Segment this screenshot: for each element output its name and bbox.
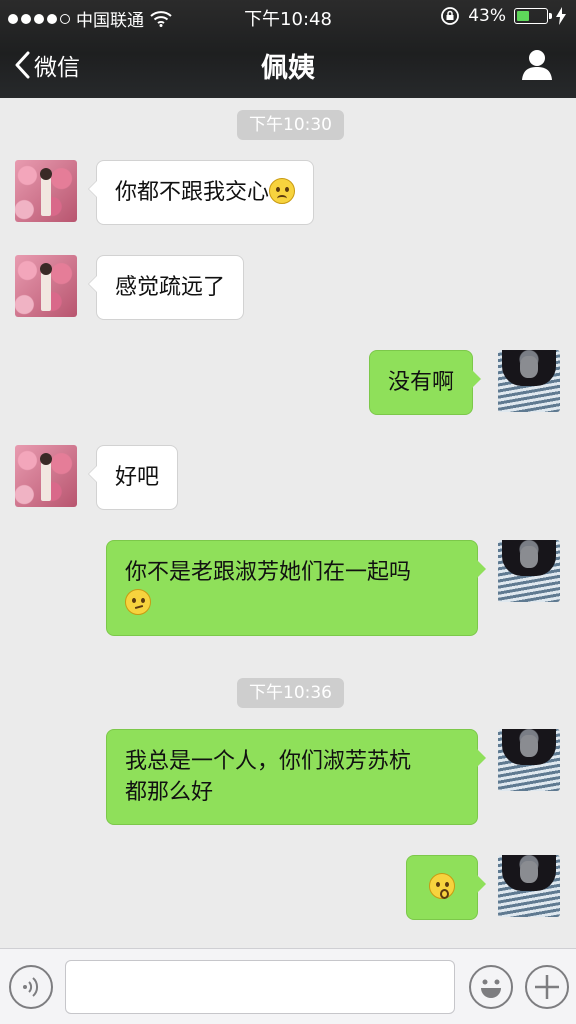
message-text: 你都不跟我交心: [115, 180, 270, 205]
message-text-line-1: 我总是一个人，你们淑芳苏杭: [125, 749, 412, 774]
rotation-lock-icon: [441, 7, 460, 25]
message-bubble-incoming[interactable]: 好吧: [87, 445, 179, 510]
plus-icon: [535, 975, 559, 999]
emoji-icon: [481, 979, 501, 998]
contact-avatar[interactable]: [15, 255, 77, 317]
sad-emoji-icon: [269, 178, 296, 204]
message-text: 你不是老跟淑芳她们在一起吗: [125, 560, 412, 585]
message-bubble-incoming[interactable]: 你都不跟我交心: [87, 160, 315, 225]
my-avatar[interactable]: [498, 729, 560, 791]
voice-button[interactable]: [9, 965, 53, 1009]
header: 中国联通 下午10:48 43% 微信 佩姨: [0, 0, 576, 98]
message-bubble-outgoing[interactable]: 你不是老跟淑芳她们在一起吗: [106, 540, 486, 636]
message-text-line-2: 都那么好: [125, 780, 214, 805]
message-text: 没有啊: [388, 370, 455, 395]
profile-icon[interactable]: [520, 48, 554, 82]
emoji-button[interactable]: [469, 965, 513, 1009]
message-input[interactable]: [65, 960, 455, 1014]
status-bar: 中国联通 下午10:48 43%: [0, 0, 576, 32]
timestamp: 下午10:36: [237, 678, 344, 708]
more-button[interactable]: [525, 965, 569, 1009]
my-avatar[interactable]: [498, 350, 560, 412]
status-right: 43%: [440, 6, 566, 26]
chat-title: 佩姨: [261, 53, 315, 84]
contact-avatar[interactable]: [15, 160, 77, 222]
message-bubble-outgoing[interactable]: [406, 855, 486, 920]
contact-avatar[interactable]: [15, 445, 77, 507]
battery-percent: 43%: [468, 6, 506, 26]
charging-bolt-icon: [556, 7, 566, 25]
chat-area[interactable]: 下午10:30 你都不跟我交心 感觉疏远了 没有啊 好吧 你不是老跟淑芳她们在一…: [0, 98, 576, 948]
voice-icon: [23, 977, 39, 997]
message-bubble-outgoing[interactable]: 我总是一个人，你们淑芳苏杭 都那么好: [106, 729, 486, 825]
message-text: 感觉疏远了: [115, 275, 226, 300]
timestamp: 下午10:30: [237, 110, 344, 140]
my-avatar[interactable]: [498, 855, 560, 917]
hmm-emoji-icon: [125, 589, 151, 615]
message-text: 好吧: [115, 465, 160, 490]
message-bubble-incoming[interactable]: 感觉疏远了: [87, 255, 245, 320]
message-bubble-outgoing[interactable]: 没有啊: [369, 350, 482, 415]
my-avatar[interactable]: [498, 540, 560, 602]
nav-bar: 微信 佩姨: [0, 32, 576, 98]
input-bar: [0, 948, 576, 1024]
surprised-emoji-icon: [429, 873, 455, 899]
battery-icon: [514, 8, 552, 24]
